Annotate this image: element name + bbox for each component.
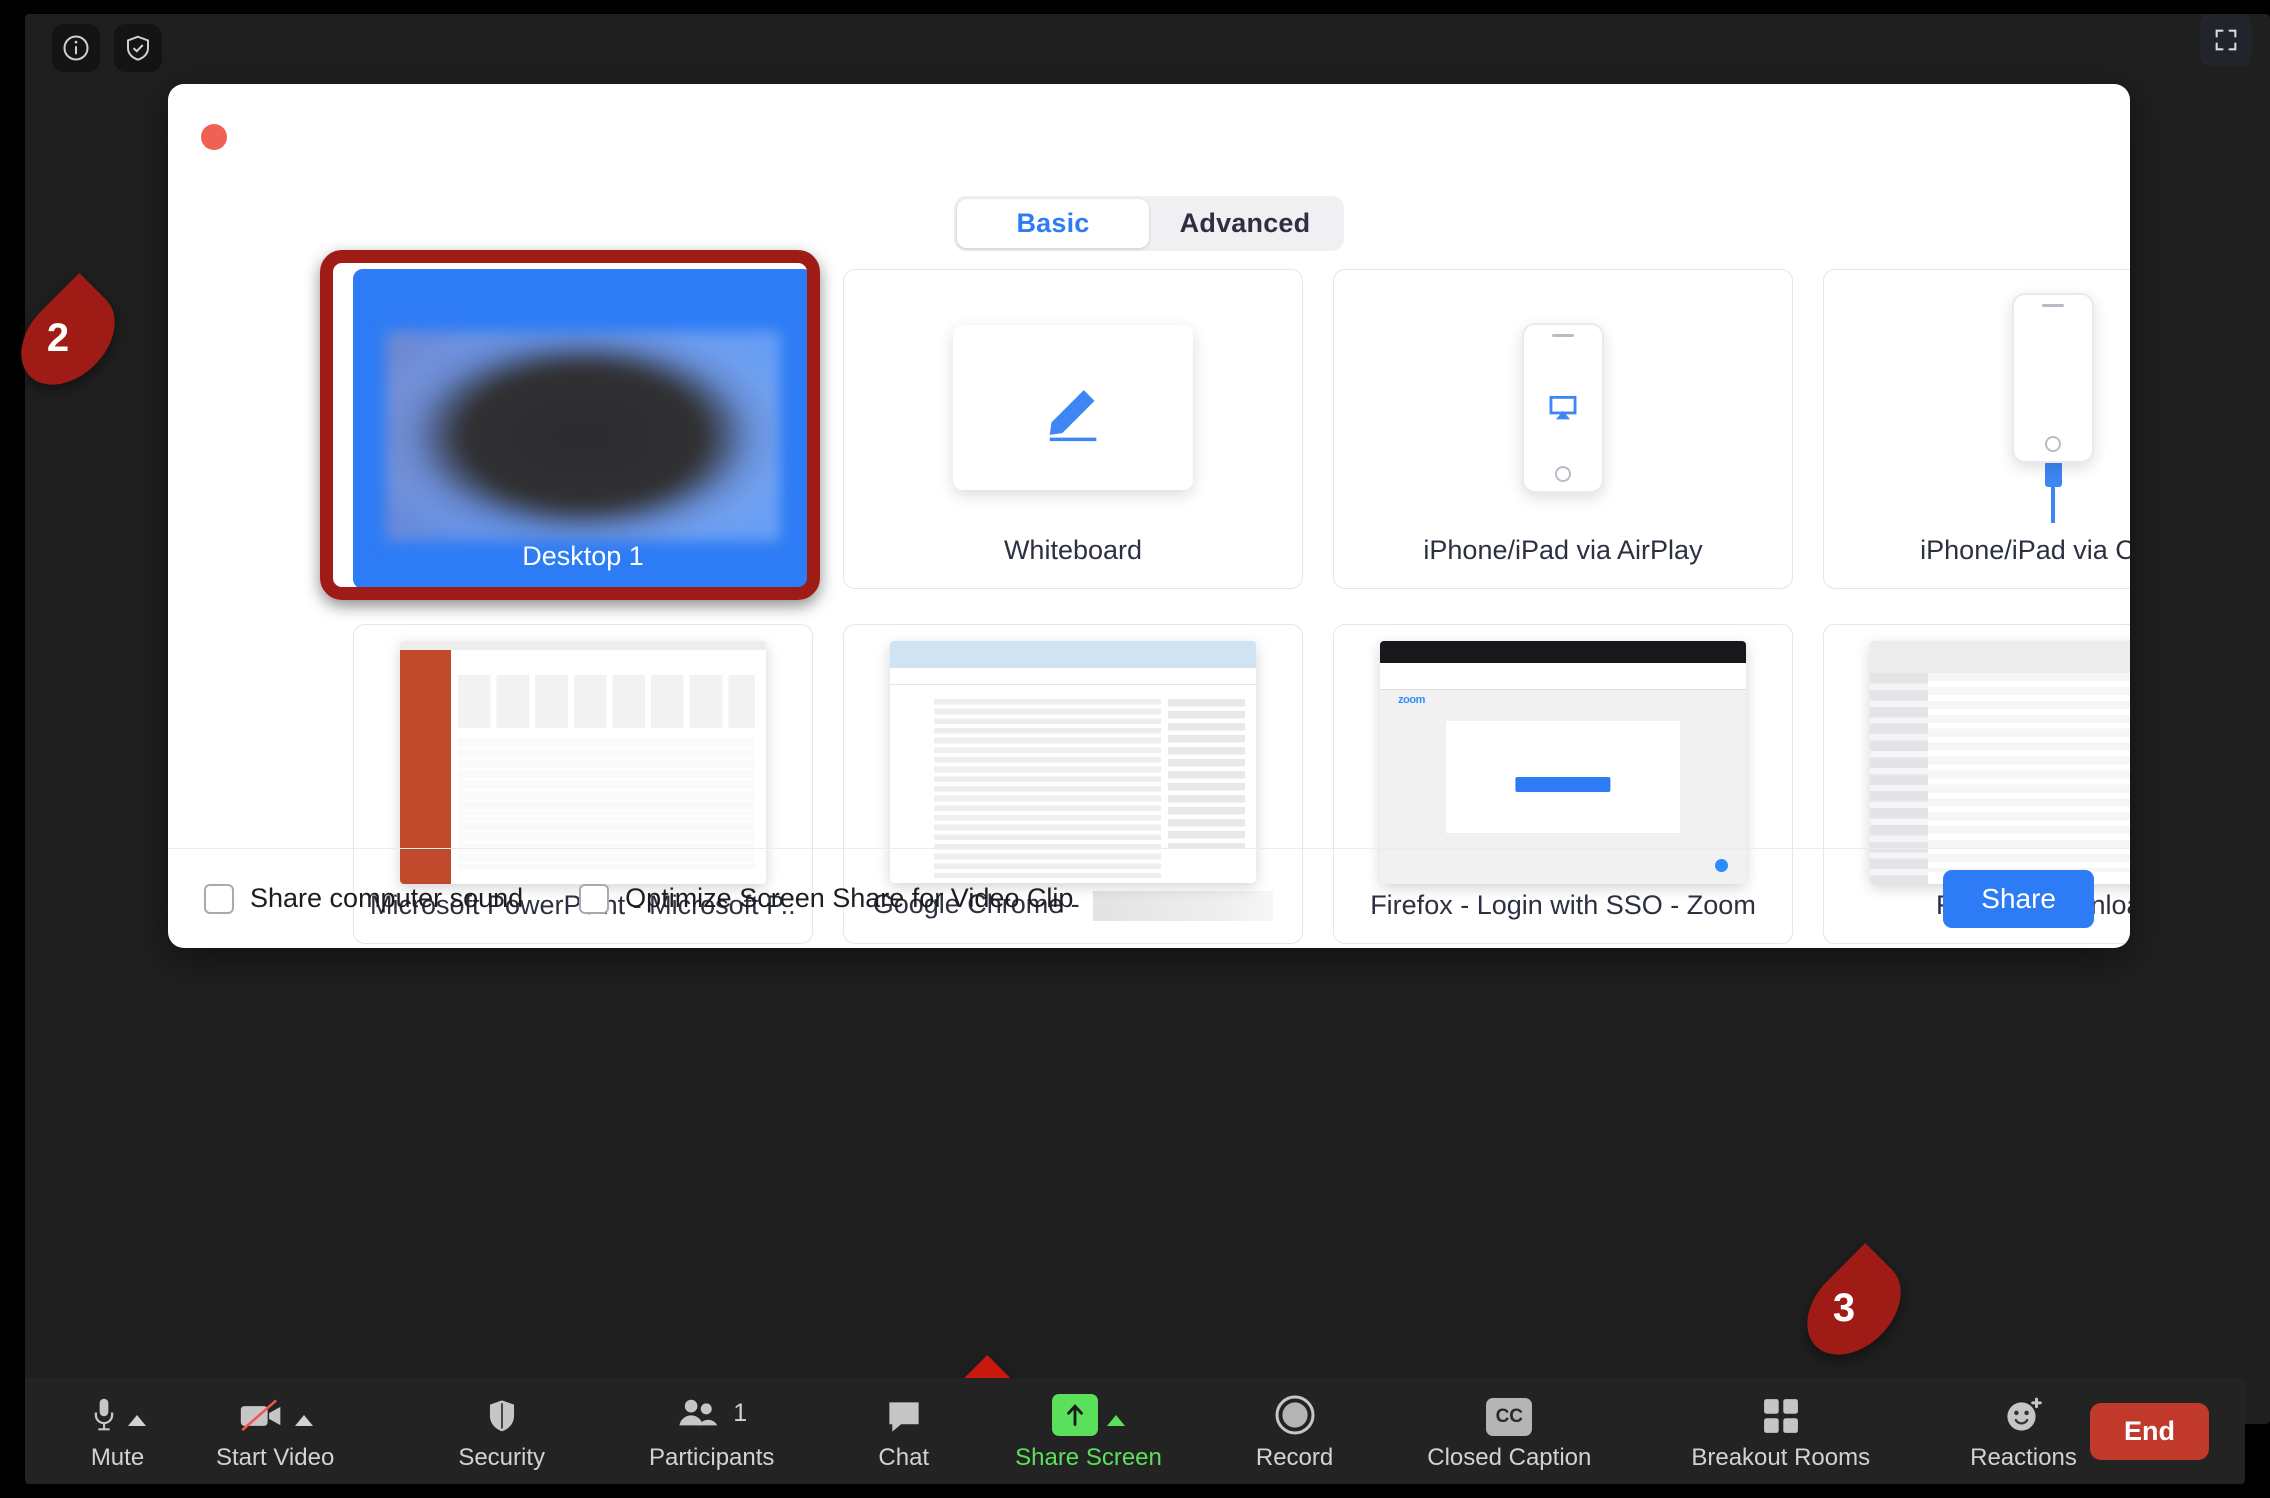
toolbar-label: Record	[1255, 1444, 1334, 1471]
optimize-video-clip-option[interactable]: Optimize Screen Share for Video Clip	[579, 883, 1073, 914]
close-icon[interactable]	[201, 124, 227, 150]
toolbar-label: Share Screen	[1015, 1444, 1162, 1471]
toolbar-security[interactable]: Security	[452, 1390, 551, 1472]
participants-count: 1	[733, 1398, 748, 1427]
annotation-marker-3: 3	[1788, 1242, 1920, 1374]
tab-basic[interactable]: Basic	[957, 199, 1149, 248]
phone-cable-icon	[2012, 292, 2094, 523]
microphone-icon	[94, 1398, 114, 1431]
annotation-marker-2: 2	[2, 272, 134, 404]
toolbar-label: Mute	[90, 1444, 145, 1471]
share-button[interactable]: Share	[1943, 869, 2094, 928]
toolbar-label: Start Video	[216, 1444, 335, 1471]
toolbar-share-screen[interactable]: Share Screen	[1009, 1390, 1168, 1472]
toolbar-chat[interactable]: Chat	[872, 1390, 935, 1472]
toolbar-label: Security	[458, 1444, 546, 1471]
participants-icon	[679, 1399, 718, 1426]
desktop-preview-thumbnail	[386, 331, 780, 541]
shield-icon	[489, 1400, 514, 1432]
chat-bubble-icon	[889, 1402, 919, 1432]
toolbar-breakout-rooms[interactable]: Breakout Rooms	[1685, 1390, 1876, 1472]
toolbar-label: Participants	[649, 1444, 775, 1471]
optimize-video-clip-checkbox[interactable]	[579, 883, 610, 914]
whiteboard-art	[860, 286, 1286, 535]
toolbar-closed-caption[interactable]: CC Closed Caption	[1421, 1390, 1597, 1472]
toolbar-record[interactable]: Record	[1250, 1390, 1339, 1472]
share-screen-icon	[1051, 1394, 1098, 1436]
video-off-icon	[240, 1399, 281, 1432]
toolbar-label: Chat	[878, 1444, 930, 1471]
share-computer-sound-checkbox[interactable]	[204, 883, 234, 914]
share-source-desktop-1[interactable]: Desktop 1	[353, 269, 813, 589]
share-source-label: iPhone/iPad via Cable	[1920, 535, 2130, 565]
share-computer-sound-option[interactable]: Share computer sound	[204, 883, 523, 914]
reactions-icon	[2007, 1397, 2043, 1431]
tab-advanced[interactable]: Advanced	[1149, 199, 1341, 248]
share-source-airplay[interactable]: iPhone/iPad via AirPlay	[1333, 269, 1793, 589]
share-source-cable[interactable]: iPhone/iPad via Cable	[1823, 269, 2130, 589]
share-source-label: iPhone/iPad via AirPlay	[1423, 535, 1703, 565]
fullscreen-icon[interactable]	[2200, 14, 2252, 66]
share-screen-options-chevron[interactable]	[1106, 1415, 1125, 1426]
share-screen-dialog: Basic Advanced Desktop 1 Whiteboard iPho…	[168, 84, 2130, 948]
share-dialog-footer: Share computer sound Optimize Screen Sha…	[168, 848, 2130, 948]
share-mode-tabs: Basic Advanced	[954, 196, 1344, 251]
airplay-art	[1350, 286, 1776, 535]
share-source-grid: Desktop 1 Whiteboard iPhone/iPad via Air…	[353, 269, 2130, 948]
toolbar-mute[interactable]: Mute	[83, 1390, 152, 1472]
share-source-whiteboard[interactable]: Whiteboard	[843, 269, 1303, 589]
cable-art	[1840, 286, 2130, 535]
share-computer-sound-label: Share computer sound	[250, 883, 524, 913]
share-source-label: Whiteboard	[1003, 535, 1143, 565]
cc-icon: CC	[1486, 1398, 1533, 1436]
toolbar-reactions[interactable]: Reactions	[1964, 1390, 2083, 1472]
optimize-video-clip-label: Optimize Screen Share for Video Clip	[625, 883, 1074, 913]
shield-check-icon[interactable]	[114, 24, 162, 72]
zoom-meeting-window: Basic Advanced Desktop 1 Whiteboard iPho…	[0, 0, 2270, 1498]
share-source-label: Desktop 1	[522, 541, 644, 571]
toolbar-participants[interactable]: 1 Participants	[643, 1390, 780, 1472]
video-options-chevron[interactable]	[294, 1415, 313, 1426]
mute-options-chevron[interactable]	[128, 1415, 146, 1426]
breakout-rooms-icon	[1763, 1399, 1798, 1433]
end-meeting-button[interactable]: End	[2090, 1402, 2209, 1460]
toolbar-label: Closed Caption	[1427, 1444, 1592, 1471]
phone-airplay-icon	[1522, 322, 1604, 493]
toolbar-start-video[interactable]: Start Video	[210, 1390, 340, 1472]
pencil-icon	[953, 325, 1193, 490]
toolbar-label: Reactions	[1970, 1444, 2077, 1471]
toolbar-label: Breakout Rooms	[1691, 1444, 1871, 1471]
meeting-toolbar: Mute Start Video Security 1 Participants…	[25, 1378, 2245, 1484]
meeting-info-controls	[52, 24, 162, 72]
info-icon[interactable]	[52, 24, 100, 72]
record-icon	[1275, 1395, 1315, 1435]
